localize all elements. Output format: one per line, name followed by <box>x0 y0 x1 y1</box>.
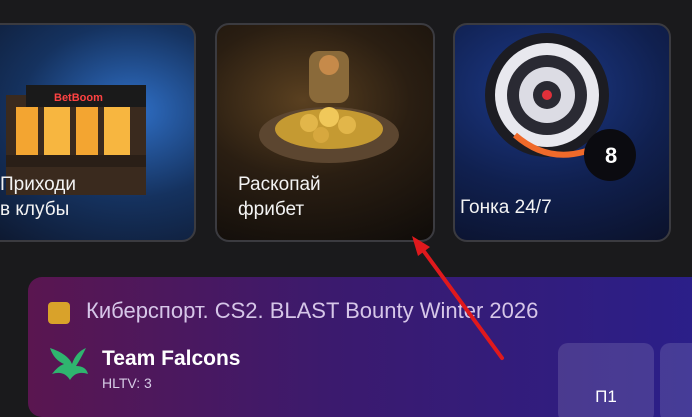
red-arrow-annotation <box>412 236 504 360</box>
